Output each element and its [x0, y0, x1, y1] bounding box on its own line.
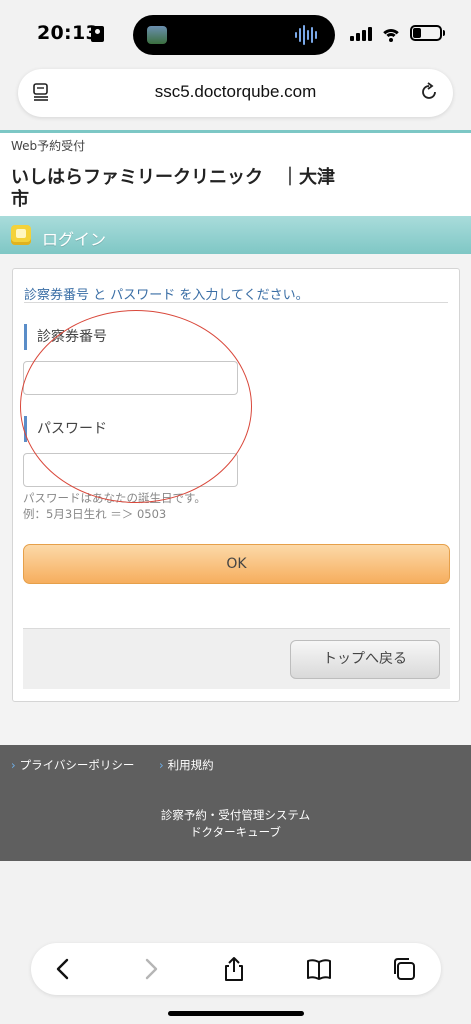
chevron-right-icon: ›: [159, 758, 164, 772]
web-reservation-label: Web予約受付: [11, 139, 86, 153]
home-indicator: [168, 1011, 304, 1016]
password-hint: パスワードはあなたの誕生日です。: [23, 491, 206, 505]
chevron-right-icon: ›: [11, 758, 16, 772]
privacy-policy-label: プライバシーポリシー: [19, 758, 135, 772]
status-time: 20:13: [37, 22, 99, 44]
reload-icon[interactable]: [419, 82, 439, 102]
password-input[interactable]: [23, 453, 238, 487]
divider: [24, 302, 448, 303]
status-bar: 20:13: [0, 0, 471, 66]
tabs-icon[interactable]: [391, 956, 417, 982]
back-arrow-icon[interactable]: [51, 956, 77, 982]
cellular-signal-icon: [350, 27, 372, 41]
form-footer: トップへ戻る: [23, 628, 450, 689]
system-brand: ドクターキューブ: [190, 825, 281, 839]
site-footer: › プライバシーポリシー › 利用規約 診察予約・受付管理システム ドクターキューブ: [0, 745, 471, 861]
header-rule: [0, 130, 471, 133]
card-number-input[interactable]: [23, 361, 238, 395]
login-header-band: ログイン: [0, 216, 471, 254]
clinic-name: いしはらファミリークリニック ｜大津市: [11, 167, 335, 210]
audio-wave-icon: [295, 24, 321, 46]
privacy-policy-link[interactable]: › プライバシーポリシー: [11, 757, 134, 773]
card-number-label: 診察券番号: [24, 324, 107, 350]
login-instruction: 診察券番号 と パスワード を入力してください。: [24, 288, 309, 303]
book-icon[interactable]: [306, 956, 332, 982]
media-thumbnail-icon: [147, 26, 167, 44]
system-name: 診察予約・受付管理システム: [160, 808, 311, 822]
login-title: ログイン: [42, 230, 107, 249]
terms-label: 利用規約: [167, 758, 214, 772]
browser-toolbar: [31, 943, 441, 995]
forward-arrow-icon[interactable]: [137, 956, 163, 982]
browser-address-area: ssc5.doctorqube.com: [0, 66, 471, 130]
battery-icon: [410, 25, 445, 41]
address-bar[interactable]: ssc5.doctorqube.com: [18, 69, 453, 117]
contact-icon: [91, 26, 104, 42]
password-label: パスワード: [24, 416, 107, 442]
ok-button[interactable]: OK: [23, 544, 450, 584]
note-icon: [11, 225, 31, 245]
url-text[interactable]: ssc5.doctorqube.com: [18, 82, 453, 102]
back-to-top-button[interactable]: トップへ戻る: [290, 640, 440, 679]
dynamic-island: [133, 15, 335, 55]
terms-link[interactable]: › 利用規約: [159, 757, 214, 773]
password-example: 例：5月3日生れ ＝＞ 0503: [23, 507, 167, 521]
wifi-icon: [380, 24, 402, 42]
login-form-card: 診察券番号 と パスワード を入力してください。 診察券番号 パスワード パスワ…: [12, 268, 460, 702]
share-icon[interactable]: [221, 956, 247, 982]
